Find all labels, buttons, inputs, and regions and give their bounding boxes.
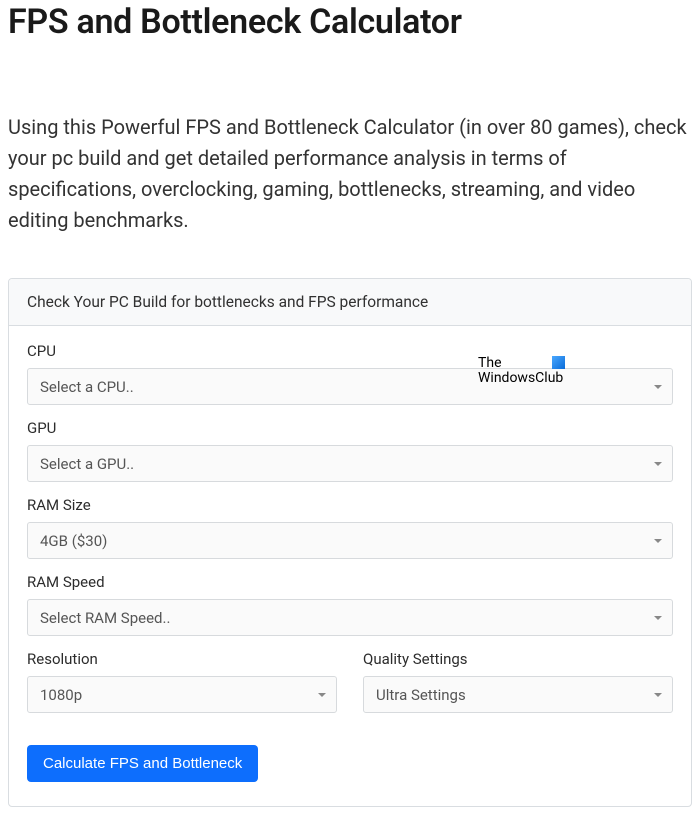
cpu-select-value: Select a CPU.. — [40, 378, 134, 396]
cpu-field: CPU Select a CPU.. — [27, 342, 673, 405]
ram-speed-select[interactable]: Select RAM Speed.. — [27, 599, 673, 636]
ram-size-select-value: 4GB ($30) — [40, 532, 107, 550]
card-body: CPU Select a CPU.. GPU Select a GPU.. RA… — [9, 326, 691, 806]
chevron-down-icon — [654, 462, 662, 466]
resolution-field: Resolution 1080p — [27, 650, 337, 713]
ram-speed-select-value: Select RAM Speed.. — [40, 609, 170, 627]
chevron-down-icon — [654, 539, 662, 543]
card-header: Check Your PC Build for bottlenecks and … — [9, 279, 691, 326]
ram-size-field: RAM Size 4GB ($30) — [27, 496, 673, 559]
cpu-label: CPU — [27, 342, 673, 360]
resolution-select[interactable]: 1080p — [27, 676, 337, 713]
ram-size-select[interactable]: 4GB ($30) — [27, 522, 673, 559]
chevron-down-icon — [654, 616, 662, 620]
chevron-down-icon — [654, 693, 662, 697]
calculate-button[interactable]: Calculate FPS and Bottleneck — [27, 745, 258, 782]
quality-label: Quality Settings — [363, 650, 673, 668]
gpu-select-value: Select a GPU.. — [40, 455, 134, 473]
intro-text: Using this Powerful FPS and Bottleneck C… — [8, 112, 692, 236]
ram-speed-label: RAM Speed — [27, 573, 673, 591]
resolution-select-value: 1080p — [40, 686, 82, 704]
quality-select[interactable]: Ultra Settings — [363, 676, 673, 713]
quality-select-value: Ultra Settings — [376, 686, 466, 704]
ram-size-label: RAM Size — [27, 496, 673, 514]
quality-field: Quality Settings Ultra Settings — [363, 650, 673, 713]
gpu-select[interactable]: Select a GPU.. — [27, 445, 673, 482]
resolution-label: Resolution — [27, 650, 337, 668]
page-title: FPS and Bottleneck Calculator — [8, 2, 692, 42]
chevron-down-icon — [318, 693, 326, 697]
chevron-down-icon — [654, 385, 662, 389]
ram-speed-field: RAM Speed Select RAM Speed.. — [27, 573, 673, 636]
gpu-field: GPU Select a GPU.. — [27, 419, 673, 482]
gpu-label: GPU — [27, 419, 673, 437]
calculator-card: Check Your PC Build for bottlenecks and … — [8, 278, 692, 807]
resolution-quality-row: Resolution 1080p Quality Settings Ultra … — [27, 650, 673, 727]
cpu-select[interactable]: Select a CPU.. — [27, 368, 673, 405]
